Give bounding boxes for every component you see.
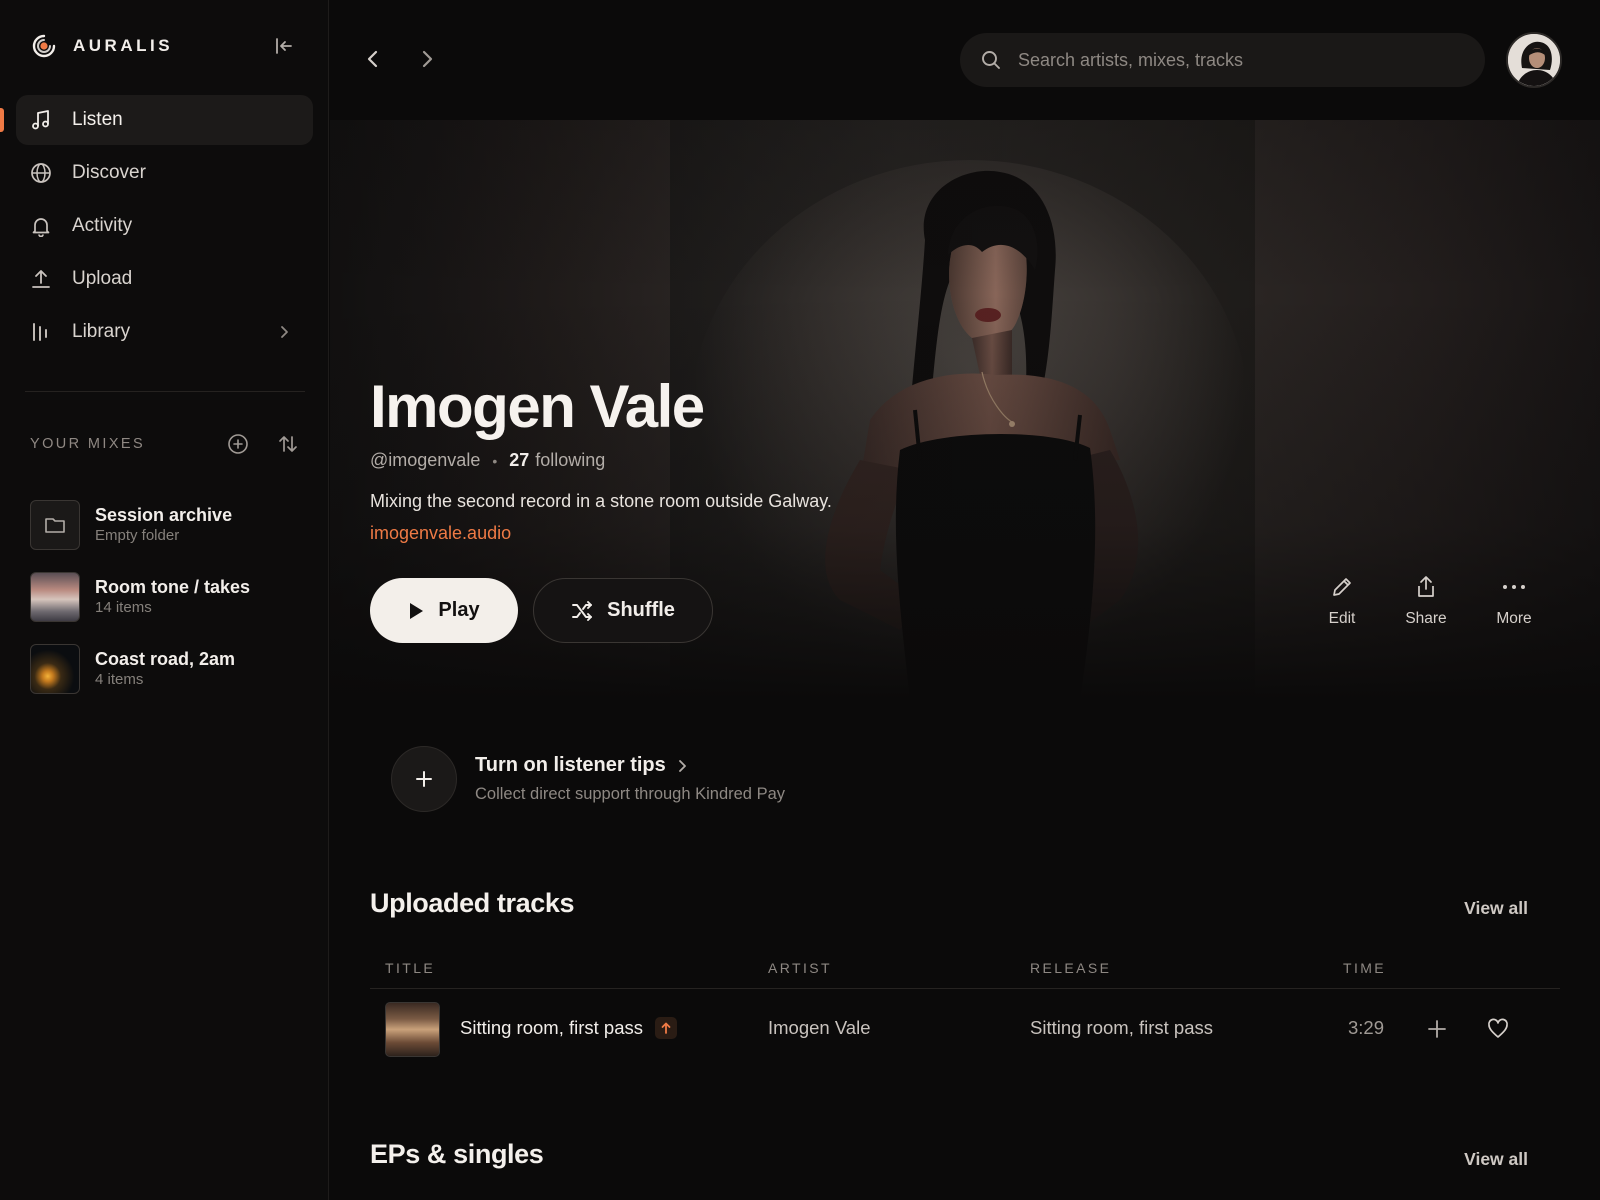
mix-subtitle: 4 items bbox=[95, 671, 144, 688]
track-title[interactable]: Sitting room, first pass bbox=[460, 1017, 678, 1039]
artist-handle: @imogenvale bbox=[370, 450, 481, 470]
globe-icon bbox=[30, 162, 52, 184]
separator-dot: • bbox=[492, 452, 498, 469]
play-icon bbox=[410, 602, 424, 619]
mix-thumbnail bbox=[30, 644, 80, 694]
column-artist[interactable]: ARTIST bbox=[768, 960, 832, 976]
chevron-right-icon bbox=[678, 759, 686, 772]
main-nav: Listen Discover Activity Upload Library bbox=[0, 95, 313, 360]
add-to-mix-icon[interactable] bbox=[1425, 1017, 1449, 1041]
track-artist[interactable]: Imogen Vale bbox=[768, 1017, 871, 1039]
table-header: TITLE ARTIST RELEASE TIME bbox=[370, 955, 1560, 989]
eps-singles-title: EPs & singles bbox=[370, 1139, 544, 1169]
nav-label: Activity bbox=[72, 215, 133, 236]
uploaded-badge-icon bbox=[655, 1017, 678, 1039]
track-time: 3:29 bbox=[1348, 1017, 1385, 1038]
mixes-title: YOUR MIXES bbox=[30, 436, 146, 452]
mix-item[interactable]: Coast road, 2am 4 items bbox=[30, 644, 310, 694]
nav-label: Listen bbox=[72, 109, 123, 130]
artist-bio: Mixing the second record in a stone room… bbox=[370, 491, 832, 511]
shuffle-icon bbox=[572, 600, 593, 621]
uploaded-tracks-title: Uploaded tracks bbox=[370, 888, 575, 918]
column-release[interactable]: RELEASE bbox=[1030, 960, 1111, 976]
track-artwork bbox=[385, 1002, 440, 1057]
nav-item-activity[interactable]: Activity bbox=[16, 201, 313, 251]
share-label: Share bbox=[1405, 610, 1447, 627]
mix-item[interactable]: Session archive Empty folder bbox=[30, 500, 310, 550]
upload-icon bbox=[30, 268, 52, 290]
mix-subtitle: Empty folder bbox=[95, 527, 180, 544]
nav-label: Discover bbox=[72, 162, 146, 183]
edit-label: Edit bbox=[1328, 610, 1356, 627]
folder-icon bbox=[30, 500, 80, 550]
chevron-right-icon bbox=[281, 326, 288, 338]
mix-item[interactable]: Room tone / takes 14 items bbox=[30, 572, 310, 622]
column-title[interactable]: TITLE bbox=[385, 960, 435, 976]
more-button[interactable]: More bbox=[1474, 572, 1554, 636]
nav-label: Library bbox=[72, 321, 131, 342]
share-button[interactable]: Share bbox=[1386, 572, 1466, 636]
tips-subtitle: Collect direct support through Kindred P… bbox=[475, 785, 786, 803]
mixes-header: YOUR MIXES bbox=[30, 432, 300, 456]
library-icon bbox=[30, 321, 52, 343]
shuffle-button[interactable]: Shuffle bbox=[533, 578, 713, 643]
brand[interactable]: AURALIS bbox=[30, 32, 173, 60]
collapse-icon bbox=[276, 38, 292, 54]
more-label: More bbox=[1496, 610, 1532, 627]
view-all-eps-link[interactable]: View all bbox=[1464, 1149, 1528, 1170]
bell-icon bbox=[30, 215, 52, 237]
nav-item-library[interactable]: Library bbox=[16, 307, 313, 357]
track-release[interactable]: Sitting room, first pass bbox=[1030, 1017, 1213, 1039]
sort-icon[interactable] bbox=[276, 432, 300, 456]
view-all-uploaded-link[interactable]: View all bbox=[1464, 898, 1528, 919]
nav-item-listen[interactable]: Listen bbox=[0, 95, 313, 145]
search-input[interactable] bbox=[1018, 49, 1448, 71]
mix-subtitle: 14 items bbox=[95, 599, 152, 616]
table-row[interactable]: Sitting room, first pass Imogen Vale Sit… bbox=[370, 989, 1560, 1067]
column-time[interactable]: TIME bbox=[1343, 960, 1386, 976]
brand-name: AURALIS bbox=[73, 36, 174, 55]
mix-thumbnail bbox=[30, 572, 80, 622]
sidebar: AURALIS Listen Discover Activity Upload … bbox=[0, 0, 329, 1200]
tracks-table: TITLE ARTIST RELEASE TIME Sitting room, … bbox=[370, 955, 1560, 1067]
shuffle-label: Shuffle bbox=[607, 599, 675, 621]
following-label[interactable]: following bbox=[535, 450, 605, 471]
listener-tips-card[interactable]: Turn on listener tips Collect direct sup… bbox=[391, 746, 991, 812]
plus-icon[interactable] bbox=[391, 746, 457, 812]
music-note-icon bbox=[30, 109, 52, 131]
tips-title[interactable]: Turn on listener tips bbox=[475, 754, 688, 777]
play-button[interactable]: Play bbox=[370, 578, 518, 643]
collapse-sidebar-button[interactable] bbox=[272, 34, 296, 58]
artist-meta: @imogenvale • 27 following bbox=[370, 450, 605, 471]
add-mix-icon[interactable] bbox=[226, 432, 250, 456]
mix-name: Session archive bbox=[95, 505, 233, 525]
pencil-icon bbox=[1333, 578, 1351, 596]
artist-website-link[interactable]: imogenvale.audio bbox=[370, 523, 511, 544]
search-bar[interactable] bbox=[960, 33, 1485, 87]
mix-name: Coast road, 2am bbox=[95, 649, 236, 669]
edit-button[interactable]: Edit bbox=[1302, 572, 1382, 636]
forward-arrow-icon[interactable] bbox=[414, 46, 440, 72]
artist-name: Imogen Vale bbox=[370, 373, 705, 440]
heart-icon[interactable] bbox=[1486, 1017, 1510, 1041]
share-icon bbox=[1418, 576, 1434, 597]
nav-label: Upload bbox=[72, 268, 133, 289]
user-avatar[interactable] bbox=[1506, 32, 1562, 88]
following-count[interactable]: 27 bbox=[509, 450, 529, 471]
more-dots-icon bbox=[1503, 585, 1525, 589]
back-arrow-icon[interactable] bbox=[360, 46, 386, 72]
sidebar-divider bbox=[25, 391, 305, 392]
mix-name: Room tone / takes bbox=[95, 577, 251, 597]
nav-item-upload[interactable]: Upload bbox=[16, 254, 313, 304]
main-content: Imogen Vale @imogenvale • 27 following M… bbox=[330, 0, 1600, 1200]
auralis-logo-icon bbox=[32, 34, 56, 58]
search-icon bbox=[982, 51, 1000, 69]
play-label: Play bbox=[438, 599, 480, 621]
nav-item-discover[interactable]: Discover bbox=[16, 148, 313, 198]
mix-list: Session archive Empty folder Room tone /… bbox=[30, 500, 310, 716]
